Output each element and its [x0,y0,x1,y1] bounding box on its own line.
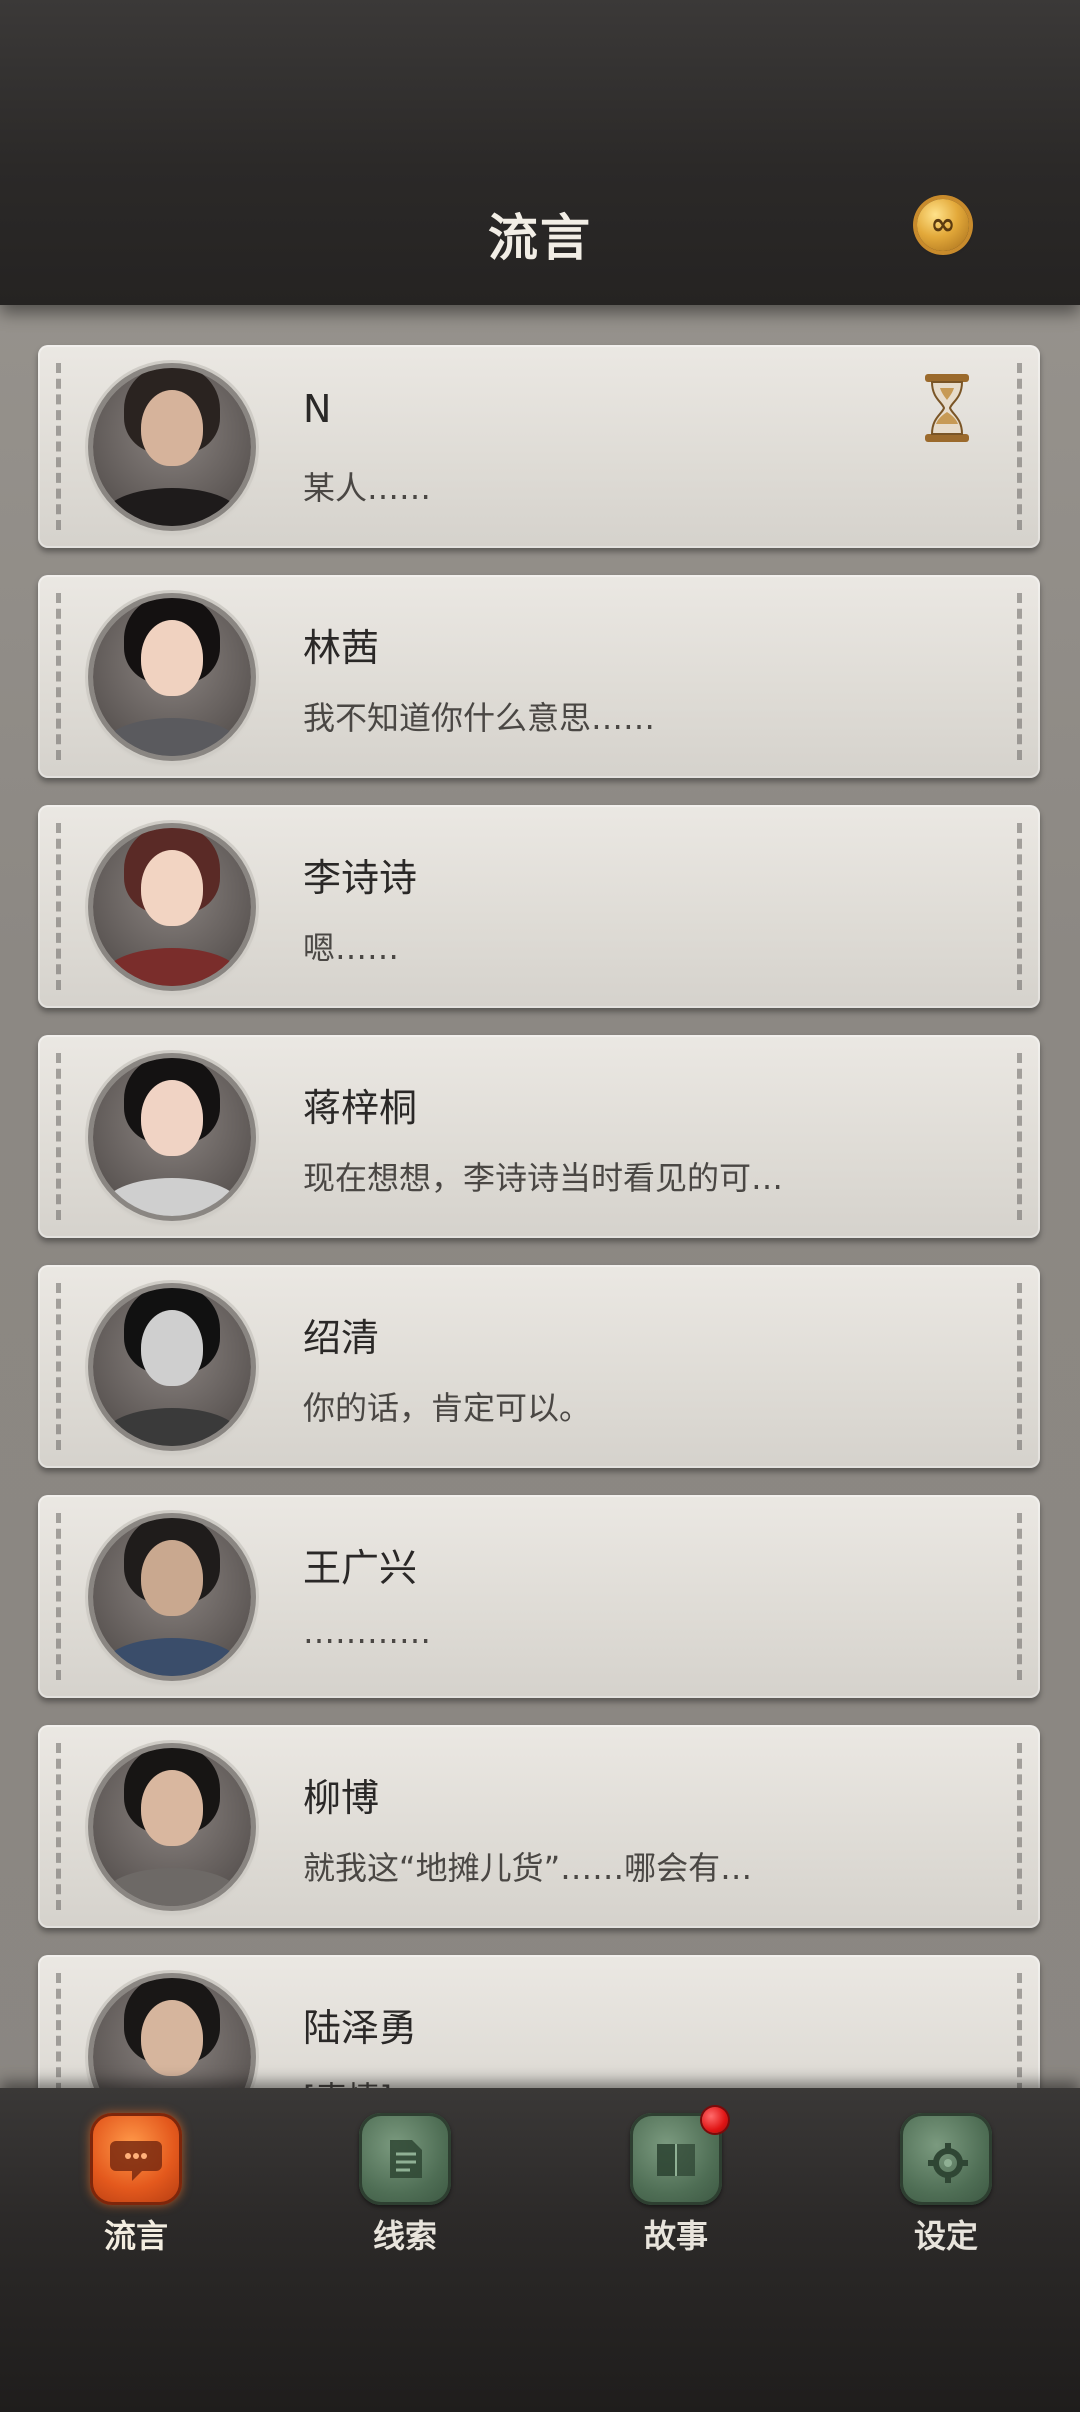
message-preview: 就我这“地摊儿货”……哪会有… [303,1849,753,1887]
rumor-list[interactable]: N 某人…… 林茜我不知道你什么意思…… 李诗诗嗯…… 蒋梓桐现在想想，李诗诗当时看见的… [0,305,1080,2090]
tab-story[interactable]: 故事 [621,2107,731,2255]
message-preview: 现在想想，李诗诗当时看见的可… [303,1159,784,1197]
contact-card[interactable]: N 某人…… [38,345,1040,548]
avatar-face [141,1080,203,1157]
card-stitch-left [56,823,61,990]
tab-rumor-label: 流言 [103,2217,168,2255]
contact-card[interactable]: 陆泽勇[表情] [38,1955,1040,2090]
coin-symbol: ∞ [930,207,956,242]
tab-clues-label: 线索 [372,2217,437,2255]
tab-settings-label: 设定 [913,2217,978,2255]
bottom-tab-bar: 流言 线索 故事 设定 [0,2088,1080,2412]
message-preview: 你的话，肯定可以。 [303,1389,592,1427]
avatar[interactable] [93,828,251,986]
contact-name: N [303,387,332,431]
avatar[interactable] [93,368,251,526]
avatar-body [102,1178,242,1216]
avatar-face [141,1310,203,1387]
card-stitch-left [56,1743,61,1910]
message-preview: 某人…… [303,469,432,507]
contact-card[interactable]: 王广兴 ………… [38,1495,1040,1698]
card-stitch-left [56,1283,61,1450]
contact-name: 林茜 [303,626,380,670]
settings-gear-icon [900,2113,992,2205]
avatar[interactable] [93,1978,251,2090]
message-preview: 我不知道你什么意思…… [303,699,656,737]
contact-name: 李诗诗 [303,856,418,900]
top-header: 流言 ∞ [0,0,1080,305]
contact-card[interactable]: 柳博就我这“地摊儿货”……哪会有… [38,1725,1040,1928]
contact-card[interactable]: 林茜我不知道你什么意思…… [38,575,1040,778]
avatar-body [102,488,242,526]
tab-rumor[interactable]: 流言 [81,2113,191,2255]
notification-badge [702,2107,728,2133]
avatar[interactable] [93,1058,251,1216]
contact-card[interactable]: 李诗诗嗯…… [38,805,1040,1008]
contact-name: 柳博 [303,1776,380,1820]
card-stitch-right [1017,1513,1022,1680]
card-stitch-right [1017,1973,1022,2090]
avatar-body [102,1638,242,1676]
contact-name: 蒋梓桐 [303,1086,418,1130]
avatar-face [141,390,203,467]
avatar-body [102,718,242,756]
avatar-face [141,850,203,927]
message-preview: 嗯…… [303,929,400,967]
tab-clues[interactable]: 线索 [350,2113,460,2255]
card-stitch-left [56,1973,61,2090]
tab-settings[interactable]: 设定 [891,2113,1001,2255]
avatar-body [102,948,242,986]
avatar-body [102,1868,242,1906]
tab-story-label: 故事 [643,2217,708,2255]
clue-paper-icon [359,2113,451,2205]
contact-card[interactable]: 绍清你的话，肯定可以。 [38,1265,1040,1468]
card-stitch-right [1017,1053,1022,1220]
avatar-face [141,2000,203,2077]
hourglass-icon [925,374,969,442]
card-stitch-left [56,593,61,760]
card-stitch-right [1017,1743,1022,1910]
story-book-icon [630,2107,728,2205]
avatar-face [141,1540,203,1617]
contact-card[interactable]: 蒋梓桐现在想想，李诗诗当时看见的可… [38,1035,1040,1238]
contact-name: 陆泽勇 [303,2006,418,2050]
avatar-body [102,1408,242,1446]
card-stitch-left [56,1053,61,1220]
message-preview: ………… [303,1613,431,1651]
avatar[interactable] [93,598,251,756]
card-stitch-right [1017,823,1022,990]
avatar-face [141,1770,203,1847]
card-stitch-right [1017,593,1022,760]
card-stitch-right [1017,363,1022,530]
chat-bubble-icon [90,2113,182,2205]
infinite-coin-icon[interactable]: ∞ [917,199,969,251]
contact-name: 绍清 [303,1316,380,1360]
contact-name: 王广兴 [303,1546,418,1590]
avatar[interactable] [93,1748,251,1906]
card-stitch-left [56,363,61,530]
avatar-face [141,620,203,697]
avatar[interactable] [93,1288,251,1446]
avatar[interactable] [93,1518,251,1676]
card-stitch-left [56,1513,61,1680]
card-stitch-right [1017,1283,1022,1450]
app-root: 流言 ∞ N 某人…… 林茜我不知道你什么意思…… 李诗诗嗯…… 蒋梓桐现在想想，李诗诗… [0,0,1080,2412]
